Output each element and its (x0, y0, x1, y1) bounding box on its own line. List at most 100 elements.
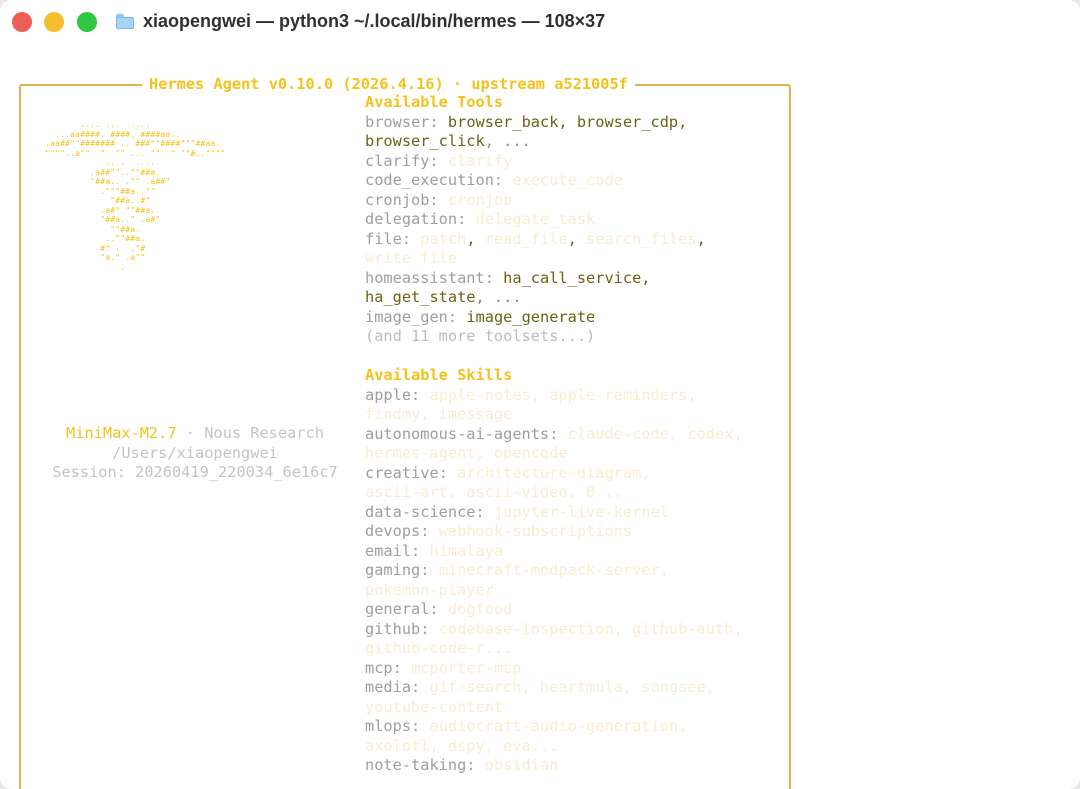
skill-line-gaming-cont: pokemon-player (365, 581, 775, 601)
skill-names: mcporter-mcp (411, 658, 522, 677)
skill-line-creative-cont: ascii-art, ascii-video, 0... (365, 483, 775, 503)
skill-names: architecture-diagram, (457, 463, 651, 482)
tools-heading: Available Tools (365, 93, 504, 111)
skill-line-general: general: dogfood (365, 600, 775, 620)
tool-names: ha_get_state (365, 288, 476, 306)
tool-line-cron: cronjob: cronjob (365, 191, 775, 211)
skill-category: mcp: (365, 658, 402, 677)
skill-category: note-taking: (365, 756, 476, 774)
skill-line-creative: creative: architecture-diagram, (365, 464, 775, 484)
skill-names: minecraft-modpack-server, (438, 561, 669, 579)
skill-line-autonomous-cont: hermes-agent, opencode (365, 444, 775, 464)
close-window-button[interactable] (12, 12, 32, 32)
tool-names: browser_click (365, 132, 485, 150)
skill-names: webhook-subscriptions (438, 522, 633, 540)
skill-line-data-science: data-science: jupyter-live-kernel (365, 503, 775, 523)
title-bar[interactable]: xiaopengwei — python3 ~/.local/bin/herme… (0, 0, 1080, 44)
tool-line-clarify: clarify: clarify (365, 152, 775, 172)
skill-line-note-taking: note-taking: obsidian (365, 756, 775, 776)
skill-line-github: github: codebase-inspection, github-auth… (365, 620, 775, 640)
provider-name: Nous Research (204, 424, 324, 442)
skill-category: devops: (365, 522, 430, 540)
banner-title: Hermes Agent v0.10.0 (2026.4.16) · upstr… (142, 74, 635, 94)
folder-icon (116, 14, 134, 29)
skill-line-mlops: mlops: audiocraft-audio-generation, (365, 717, 775, 737)
tool-line-code: code_execution: execute_code (365, 171, 775, 191)
skill-names: axolotl, dspy, eva... (365, 736, 559, 755)
tool-names: cronjob (447, 190, 513, 209)
skill-names: apple-notes, apple-reminders, (429, 385, 697, 404)
info-separator: · (176, 424, 205, 442)
model-name: MiniMax-M2.7 (66, 424, 177, 442)
tool-more: , ... (475, 288, 522, 306)
working-directory: /Users/xiaopengwei (112, 443, 278, 462)
toolset-label: file: (365, 229, 412, 248)
session-id: Session: 20260419_220034_6e16c7 (52, 463, 338, 481)
toolset-label: browser: (365, 112, 439, 131)
skill-line-apple-cont: findmy, imessage (365, 405, 775, 425)
skill-category: media: (365, 678, 421, 696)
tool-names: clarify (447, 151, 513, 170)
skill-names: youtube-content (365, 697, 504, 716)
minimize-window-button[interactable] (44, 12, 64, 32)
skill-names: findmy, imessage (365, 405, 513, 423)
skill-names: ascii-art, ascii-video, 0... (365, 483, 623, 501)
skill-line-email: email: himalaya (365, 542, 775, 562)
skill-names: hermes-agent, opencode (365, 444, 568, 462)
toolset-label: homeassistant: (365, 268, 494, 287)
skill-category: gaming: (365, 561, 430, 579)
skill-names: audiocraft-audio-generation, (429, 717, 688, 735)
skill-line-mlops-cont: axolotl, dspy, eva... (365, 737, 775, 757)
skill-line-devops: devops: webhook-subscriptions (365, 522, 775, 542)
skill-names: himalaya (429, 541, 504, 560)
tool-names: ha_call_service, (503, 268, 651, 287)
terminal-window: xiaopengwei — python3 ~/.local/bin/herme… (0, 0, 1080, 789)
tool-line-file-cont: write_file (365, 249, 775, 269)
skill-names: claude-code, codex, (567, 424, 743, 443)
tool-names: search_files (586, 229, 697, 248)
skill-names: github-code-r... (365, 639, 513, 657)
skill-category: github: (365, 619, 430, 638)
skill-names: pokemon-player (365, 580, 494, 599)
skill-line-github-cont: github-code-r... (365, 639, 775, 659)
tool-line-homeassistant: homeassistant: ha_call_service, (365, 269, 775, 289)
skill-category: mlops: (365, 717, 421, 735)
skill-category: general: (365, 600, 439, 618)
tool-line-file: file: patch, read_file, search_files, (365, 230, 775, 250)
skill-line-gaming: gaming: minecraft-modpack-server, (365, 561, 775, 581)
skill-line-apple: apple: apple-notes, apple-reminders, (365, 386, 775, 406)
tool-names: execute_code (512, 171, 623, 189)
skill-line-autonomous: autonomous-ai-agents: claude-code, codex… (365, 425, 775, 445)
skill-names: codebase-inspection, github-auth, (438, 619, 743, 638)
skills-heading: Available Skills (365, 366, 513, 384)
window-title: xiaopengwei — python3 ~/.local/bin/herme… (143, 11, 606, 31)
tool-names: patch (420, 229, 467, 248)
terminal-content[interactable]: Hermes Agent v0.10.0 (2026.4.16) · upstr… (0, 44, 1080, 789)
skill-category: data-science: (365, 502, 485, 521)
skill-names: gif-search, heartmula, songsee, (429, 678, 715, 696)
tool-separator: , (567, 229, 587, 248)
agent-info: MiniMax-M2.7 · Nous Research /Users/xiao… (40, 424, 350, 483)
skill-line-media: media: gif-search, heartmula, songsee, (365, 678, 775, 698)
tool-line-delegation: delegation: delegate_task (365, 210, 775, 230)
skill-category: email: (365, 541, 421, 560)
tool-names: browser_back, browser_cdp, (447, 112, 688, 131)
tool-line-image: image_gen: image_generate (365, 308, 775, 328)
skill-category: creative: (365, 463, 448, 482)
tool-names: delegate_task (475, 210, 596, 228)
tool-separator: , (466, 229, 485, 248)
tool-names: write_file (365, 249, 458, 267)
skill-line-mcp: mcp: mcporter-mcp (365, 659, 775, 679)
toolset-label: delegation: (365, 210, 467, 228)
toolset-label: cronjob: (365, 190, 439, 209)
skill-category: autonomous-ai-agents: (365, 424, 559, 443)
hermes-logo-art: .... ... .... ..aa####. ####. ####aa.. .… (45, 120, 226, 272)
skill-names: obsidian (484, 756, 559, 774)
zoom-window-button[interactable] (77, 12, 97, 32)
skill-category: apple: (365, 385, 421, 404)
skill-names: dogfood (447, 600, 513, 618)
toolset-label: image_gen: (365, 307, 458, 326)
skill-names: jupyter-live-kernel (493, 502, 669, 521)
tool-separator: , (696, 229, 706, 248)
model-line: MiniMax-M2.7 · Nous Research (40, 424, 350, 444)
